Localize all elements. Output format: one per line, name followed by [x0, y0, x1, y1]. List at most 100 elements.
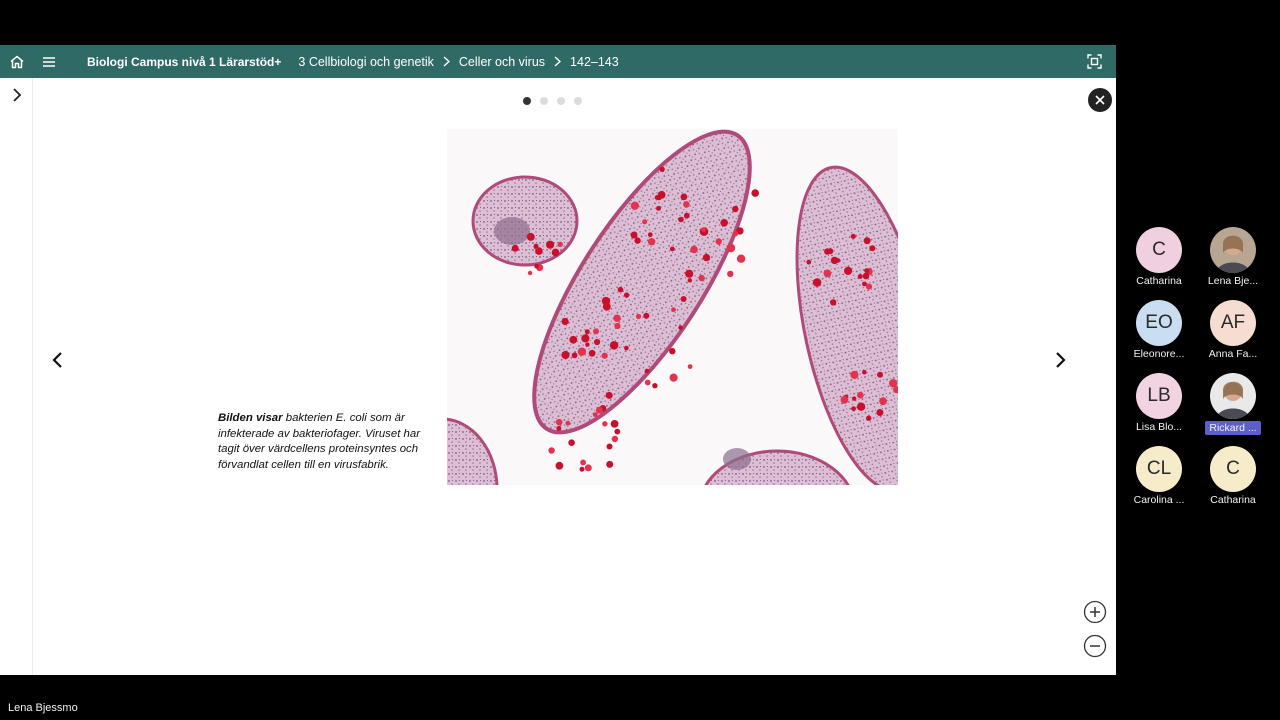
- breadcrumb-section[interactable]: Celler och virus: [459, 55, 545, 69]
- phage-particle: [669, 246, 675, 252]
- phage-particle: [613, 314, 621, 322]
- phage-particle: [571, 352, 578, 359]
- phage-particle: [680, 193, 688, 201]
- book-title[interactable]: Biologi Campus nivå 1 Lärarstöd+: [87, 55, 281, 69]
- phage-particle: [555, 461, 564, 470]
- menu-button[interactable]: [33, 45, 65, 78]
- phage-particle: [732, 205, 739, 213]
- phage-particle: [850, 370, 859, 379]
- phage-particle: [642, 219, 648, 225]
- slide-dot[interactable]: [557, 97, 565, 105]
- menu-icon: [43, 56, 55, 67]
- phage-particle: [644, 379, 651, 386]
- phage-particle: [866, 415, 872, 421]
- phage-particle: [614, 322, 621, 330]
- phage-particle: [580, 459, 586, 466]
- participant-tile[interactable]: LB Lisa Blo...: [1124, 373, 1194, 443]
- phage-particle: [865, 283, 873, 290]
- phage-particle: [584, 329, 590, 335]
- participant-tile[interactable]: Lena Bje...: [1198, 227, 1268, 297]
- phage-particle: [683, 201, 690, 208]
- phage-particle: [611, 435, 619, 443]
- phage-particle: [877, 371, 883, 378]
- phage-particle: [727, 270, 734, 278]
- participant-name: Catharina: [1136, 275, 1182, 287]
- phage-particle: [647, 232, 653, 238]
- zoom-in-icon[interactable]: [1083, 600, 1107, 624]
- breadcrumb-pages[interactable]: 142–143: [570, 55, 619, 69]
- slide-dot[interactable]: [540, 97, 548, 105]
- phage-particle: [857, 391, 864, 399]
- slide-dot[interactable]: [523, 97, 531, 105]
- expand-panel-button[interactable]: [8, 86, 26, 104]
- chevron-right-icon[interactable]: [1050, 350, 1070, 370]
- home-button[interactable]: [1, 45, 33, 78]
- participant-tile[interactable]: C Catharina: [1198, 446, 1268, 516]
- slide-dot[interactable]: [574, 97, 582, 105]
- participant-tile[interactable]: Rickard ...: [1198, 373, 1268, 443]
- participant-avatar: EO: [1136, 300, 1182, 346]
- phage-particle: [548, 447, 555, 454]
- participant-avatar: CL: [1136, 446, 1182, 492]
- top-bar: Biologi Campus nivå 1 Lärarstöd+ 3 Cellb…: [0, 45, 1116, 78]
- phage-particle: [824, 248, 831, 255]
- phage-particle: [644, 368, 650, 374]
- phage-particle: [732, 231, 739, 237]
- phage-particle: [850, 233, 856, 239]
- participant-avatar: C: [1210, 446, 1256, 492]
- phage-particle: [879, 397, 887, 406]
- phage-particle: [610, 420, 619, 428]
- fit-screen-button[interactable]: [1078, 45, 1110, 78]
- phage-particle: [726, 243, 736, 253]
- phage-particle: [614, 428, 621, 435]
- fit-screen-icon: [1086, 54, 1102, 69]
- participant-tile[interactable]: C Catharina: [1124, 227, 1194, 297]
- phage-particle: [698, 274, 705, 282]
- phage-particle: [690, 245, 698, 254]
- phage-particle: [561, 350, 570, 360]
- breadcrumb-chapter[interactable]: 3 Cellbiologi och genetik: [298, 55, 434, 69]
- phage-particle: [720, 219, 728, 227]
- chevron-left-icon[interactable]: [48, 350, 68, 370]
- left-rail: [0, 78, 33, 675]
- phage-particle: [751, 189, 759, 197]
- phage-particle: [565, 420, 571, 426]
- participant-avatar: AF: [1210, 300, 1256, 346]
- phage-particle: [581, 334, 590, 343]
- phage-particle: [852, 396, 857, 401]
- phage-particle: [671, 307, 676, 313]
- phage-particle: [806, 259, 812, 265]
- shared-screen: Biologi Campus nivå 1 Lärarstöd+ 3 Cellb…: [0, 45, 1116, 675]
- participant-tile[interactable]: CL Carolina ...: [1124, 446, 1194, 516]
- phage-particle: [683, 212, 690, 219]
- slide-indicator: [523, 97, 582, 105]
- zoom-out-icon[interactable]: [1083, 634, 1107, 658]
- self-name-label: Lena Bjessmo: [8, 702, 78, 714]
- phage-particle: [652, 383, 658, 389]
- phage-particle: [556, 426, 562, 431]
- phage-particle: [601, 352, 608, 359]
- chevron-right-icon: [554, 56, 562, 67]
- participant-avatar: LB: [1136, 373, 1182, 419]
- participant-photo: [1210, 227, 1256, 273]
- phage-particle: [864, 268, 870, 274]
- phage-particle: [602, 421, 608, 427]
- phage-particle: [593, 328, 599, 335]
- phage-particle: [579, 466, 585, 472]
- participant-tile[interactable]: AF Anna Fa...: [1198, 300, 1268, 370]
- phage-particle: [588, 349, 596, 357]
- phage-particle: [647, 238, 656, 246]
- phage-particle: [857, 274, 863, 279]
- phage-particle: [546, 240, 555, 249]
- phage-particle: [685, 269, 694, 278]
- phage-particle: [702, 253, 711, 262]
- phage-particle: [630, 201, 639, 210]
- phage-particle: [526, 232, 535, 241]
- close-button[interactable]: [1088, 88, 1112, 112]
- participant-tile[interactable]: EO Eleonore...: [1124, 300, 1194, 370]
- phage-particle: [823, 269, 832, 278]
- phage-particle: [561, 317, 569, 326]
- breadcrumb: 3 Cellbiologi och genetik Celler och vir…: [298, 55, 618, 69]
- phage-particle: [577, 347, 587, 356]
- phage-particle: [533, 243, 539, 249]
